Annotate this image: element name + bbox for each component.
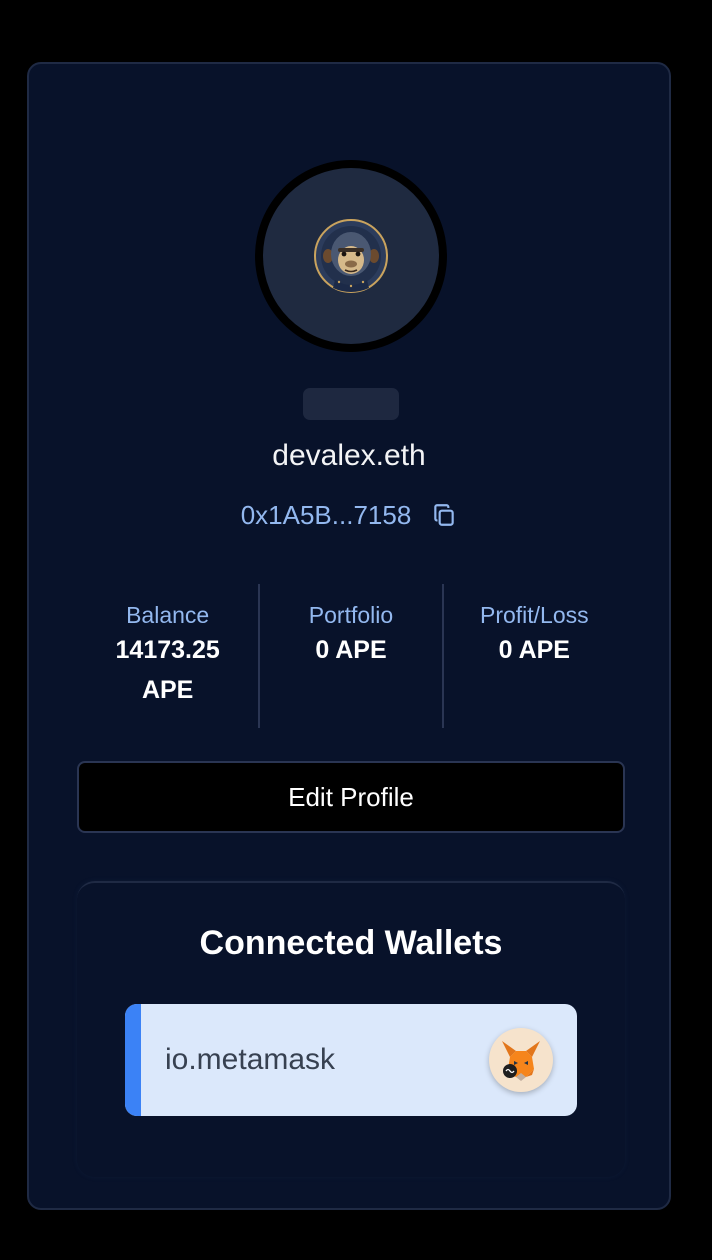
avatar-frame bbox=[263, 168, 439, 344]
stat-value: 14173.25 APE bbox=[115, 636, 220, 704]
name-placeholder bbox=[303, 388, 399, 420]
connected-wallets-panel: Connected Wallets io.metamask bbox=[77, 881, 625, 1177]
copy-icon[interactable] bbox=[431, 502, 457, 528]
stat-value: 0 APE bbox=[498, 636, 570, 664]
address-row: 0x1A5B...7158 bbox=[29, 498, 669, 532]
profile-card: devalex.eth 0x1A5B...7158 Balance 14173.… bbox=[27, 62, 671, 1210]
stat-label: Portfolio bbox=[308, 602, 394, 628]
wallet-label: io.metamask bbox=[165, 1043, 336, 1076]
stat-label: Profit/Loss bbox=[479, 602, 589, 628]
ape-avatar-icon bbox=[314, 219, 388, 293]
edit-profile-button[interactable]: Edit Profile bbox=[77, 761, 625, 833]
stat-portfolio: Portfolio 0 APE bbox=[258, 584, 441, 728]
stat-label: Balance bbox=[126, 602, 210, 628]
username: devalex.eth bbox=[272, 439, 426, 472]
wallet-item-metamask[interactable]: io.metamask bbox=[125, 1004, 577, 1116]
wallet-accent-bar bbox=[125, 1004, 141, 1116]
avatar bbox=[255, 160, 447, 352]
stat-profit-loss: Profit/Loss 0 APE bbox=[441, 584, 625, 728]
stats-row: Balance 14173.25 APE Portfolio 0 APE Pro… bbox=[77, 584, 625, 728]
stat-value: 0 APE bbox=[315, 636, 387, 664]
connected-wallets-title: Connected Wallets bbox=[199, 924, 503, 962]
wallet-address: 0x1A5B...7158 bbox=[240, 500, 412, 530]
stat-balance: Balance 14173.25 APE bbox=[77, 584, 258, 728]
metamask-fox-icon bbox=[489, 1028, 553, 1092]
